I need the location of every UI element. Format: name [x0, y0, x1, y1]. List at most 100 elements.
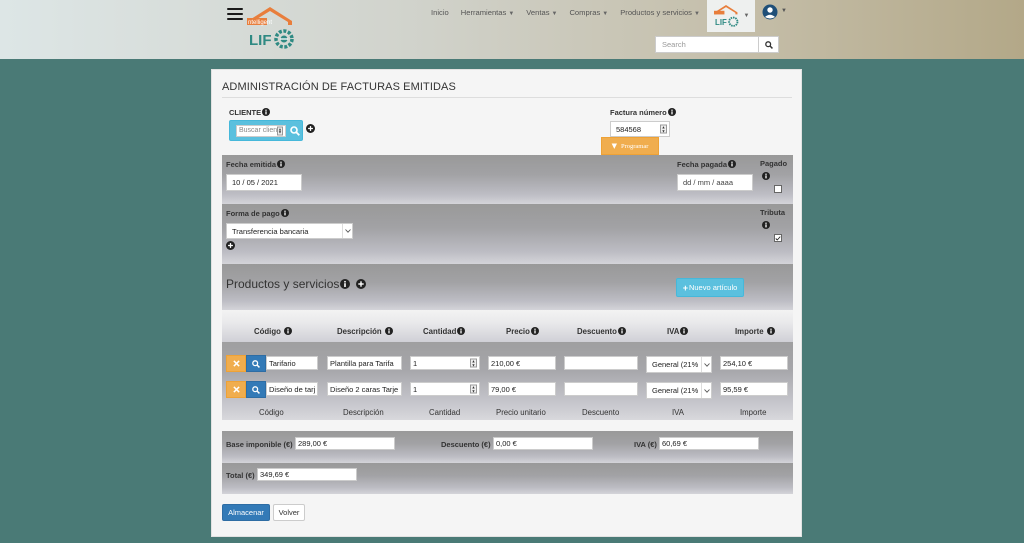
tributa-label: Tributa: [760, 208, 786, 217]
fecha-emitida-label: Fecha emitida: [226, 160, 286, 169]
cantidad-input[interactable]: 1 ▲ ▼: [410, 356, 480, 370]
nav-label: Productos y servicios: [620, 8, 692, 17]
cantidad-input[interactable]: 1 ▲ ▼: [410, 382, 480, 396]
nav-herramientas[interactable]: Herramientas ▼: [455, 8, 521, 22]
products-section-title: Productos y servicios: [226, 277, 366, 291]
foot-header-codigo: Código: [259, 408, 284, 417]
info-icon[interactable]: [617, 327, 626, 335]
iva-select[interactable]: General (21%: [646, 356, 712, 373]
descuento-total-label: Descuento (€): [441, 440, 491, 449]
info-icon[interactable]: [284, 327, 293, 335]
label-text: Fecha emitida: [226, 160, 277, 169]
info-icon[interactable]: [457, 327, 466, 335]
pagado-label: Pagado: [760, 159, 788, 168]
svg-text:ntelligent: ntelligent: [248, 20, 272, 26]
search-icon: [252, 359, 260, 368]
close-icon: [232, 360, 240, 367]
svg-text:LIF: LIF: [249, 32, 272, 49]
fecha-pagada-input[interactable]: dd / mm / aaaa: [677, 174, 753, 191]
caret-down-icon: ▼: [743, 13, 750, 19]
caret-down-icon: ▼: [508, 11, 515, 17]
nuevo-articulo-button[interactable]: + Nuevo artículo: [676, 278, 744, 297]
user-avatar-icon[interactable]: [762, 4, 778, 20]
search-product-button[interactable]: [246, 381, 266, 398]
remove-row-button[interactable]: [226, 355, 246, 372]
info-icon[interactable]: [340, 279, 351, 289]
precio-input[interactable]: 210,00 €: [488, 356, 556, 370]
foot-header-precio-unitario: Precio unitario: [496, 408, 546, 417]
chevron-down-icon: [342, 224, 352, 238]
total-field: 349,69 €: [257, 468, 357, 481]
spinner-icon[interactable]: ▲ ▼: [470, 384, 477, 394]
nav-productos-servicios[interactable]: Productos y servicios ▼: [614, 8, 706, 22]
col-header-cantidad: Cantidad: [423, 327, 466, 336]
forma-pago-select[interactable]: Transferencia bancaria: [226, 223, 353, 239]
spinner-icon[interactable]: ▲ ▼: [660, 124, 667, 134]
nav-label: Inicio: [431, 8, 449, 17]
info-icon[interactable]: [728, 160, 737, 168]
almacenar-button[interactable]: Almacenar: [222, 504, 270, 521]
add-product-icon[interactable]: [355, 279, 366, 289]
fecha-emitida-input[interactable]: 10 / 05 / 2021: [226, 174, 302, 191]
caret-down-icon[interactable]: ▼: [781, 8, 787, 14]
close-icon: [232, 386, 240, 393]
client-search-group: Buscar clien ▲ ▼: [229, 120, 303, 141]
info-icon[interactable]: [530, 327, 539, 335]
factura-numero-input[interactable]: 584568 ▲ ▼: [610, 121, 670, 137]
descripcion-input[interactable]: Diseño 2 caras Tarje: [327, 382, 402, 396]
importe-input[interactable]: 95,59 €: [720, 382, 788, 396]
header-text: Código: [254, 327, 281, 336]
info-icon[interactable]: [262, 108, 271, 116]
iva-select[interactable]: General (21%: [646, 382, 712, 399]
importe-input[interactable]: 254,10 €: [720, 356, 788, 370]
codigo-input[interactable]: Tarifario: [266, 356, 318, 370]
select-value: General (21%: [652, 386, 699, 395]
forma-pago-label: Forma de pago: [226, 209, 289, 218]
company-logo-dropdown[interactable]: LIF ▼: [707, 0, 755, 32]
iva-total-field: 60,69 €: [659, 437, 759, 450]
spinner-icon[interactable]: ▲ ▼: [470, 358, 477, 368]
select-value: General (21%: [652, 360, 699, 369]
descuento-input[interactable]: [564, 356, 638, 370]
descripcion-input[interactable]: Plantilla para Tarifa: [327, 356, 402, 370]
hamburger-menu-icon[interactable]: [227, 8, 243, 21]
label-text: CLIENTE: [229, 108, 262, 117]
pagado-checkbox[interactable]: [774, 185, 782, 193]
codigo-input[interactable]: Diseño de tarj: [266, 382, 318, 396]
add-payment-method-icon[interactable]: [226, 241, 235, 250]
svg-text:LIF: LIF: [715, 18, 727, 27]
info-icon[interactable]: [766, 327, 775, 335]
spinner-icon[interactable]: ▲ ▼: [277, 126, 283, 135]
programar-button[interactable]: ▼ Programar: [601, 137, 659, 155]
nav-ventas[interactable]: Ventas ▼: [520, 8, 563, 22]
info-icon[interactable]: [762, 221, 770, 229]
descuento-input[interactable]: [564, 382, 638, 396]
volver-button[interactable]: Volver: [273, 504, 305, 521]
nav-inicio[interactable]: Inicio: [425, 8, 455, 22]
intelligent-life-logo[interactable]: ntelligent LIF: [246, 5, 294, 51]
info-icon[interactable]: [280, 209, 289, 217]
precio-input[interactable]: 79,00 €: [488, 382, 556, 396]
remove-row-button[interactable]: [226, 381, 246, 398]
company-logo-icon: LIF: [713, 5, 738, 27]
button-label: Programar: [620, 142, 649, 150]
header-text: Descripción: [337, 327, 382, 336]
info-icon[interactable]: [667, 108, 676, 116]
search-product-button[interactable]: [246, 355, 266, 372]
foot-header-cantidad: Cantidad: [429, 408, 461, 417]
info-icon[interactable]: [277, 160, 286, 168]
field-value: 1: [413, 358, 418, 368]
add-client-icon[interactable]: [306, 124, 315, 133]
info-icon[interactable]: [384, 327, 393, 335]
info-icon[interactable]: [762, 172, 770, 180]
tributa-checkbox[interactable]: [774, 234, 782, 242]
col-header-importe: Importe: [735, 327, 775, 336]
info-icon[interactable]: [680, 327, 689, 335]
search-button[interactable]: [759, 36, 779, 53]
search-form: Search: [655, 36, 779, 53]
search-input[interactable]: Search: [655, 36, 759, 53]
nav-compras[interactable]: Compras ▼: [563, 8, 614, 22]
header-text: Cantidad: [423, 327, 457, 336]
search-icon[interactable]: [290, 126, 300, 136]
base-imponible-field: 289,00 €: [295, 437, 395, 450]
